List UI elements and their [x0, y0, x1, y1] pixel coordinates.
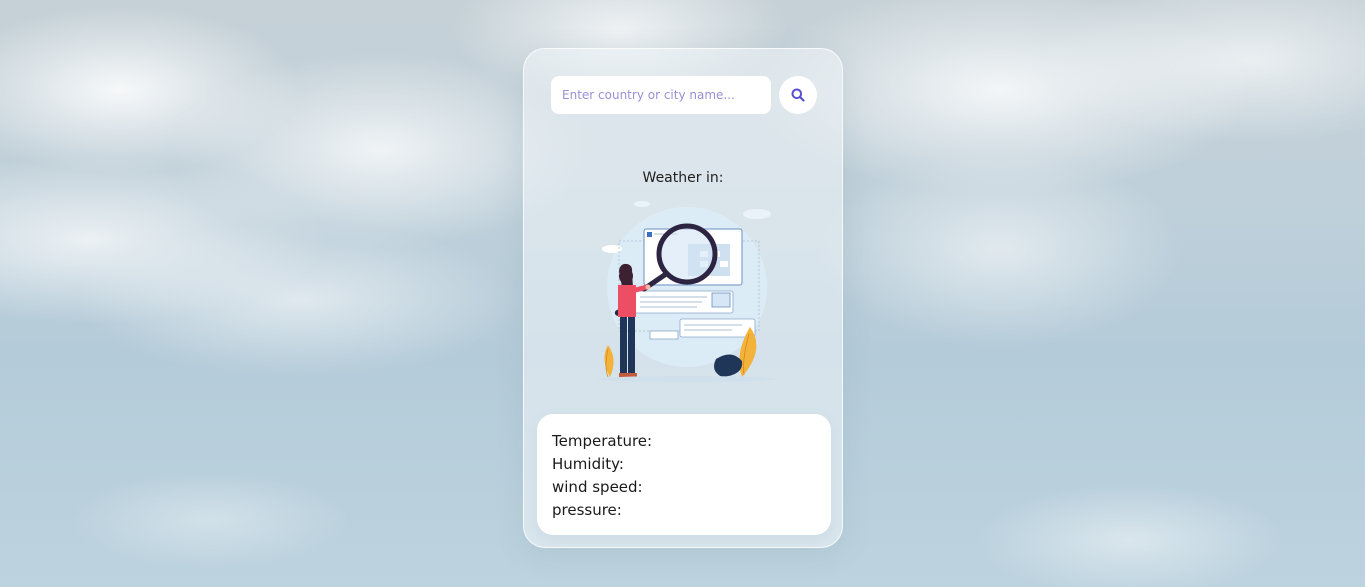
search-row	[551, 76, 817, 114]
pressure-label: pressure:	[552, 501, 622, 519]
weather-info-panel: Temperature: Humidity: wind speed: press…	[537, 414, 831, 535]
humidity-label: Humidity:	[552, 455, 624, 473]
search-input[interactable]	[551, 76, 771, 114]
weather-card: Weather in:	[523, 48, 843, 548]
weather-title: Weather in:	[642, 170, 724, 186]
woman-with-magnifier-illustration	[597, 201, 777, 382]
wind-speed-label: wind speed:	[552, 478, 643, 496]
search-button[interactable]	[779, 76, 817, 114]
search-icon	[791, 88, 805, 102]
temperature-label: Temperature:	[552, 432, 653, 450]
